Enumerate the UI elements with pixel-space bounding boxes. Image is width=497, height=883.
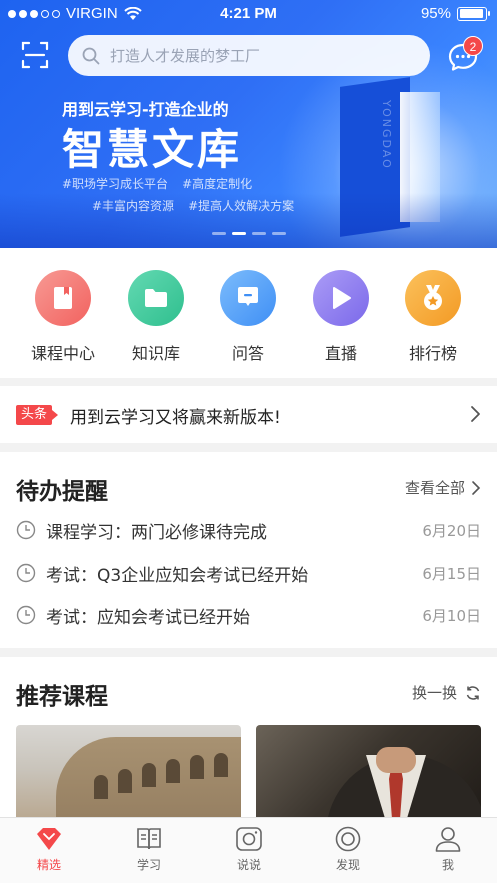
tab-featured[interactable]: 精选	[9, 826, 89, 873]
quick-entry-label: 课程中心	[30, 344, 95, 363]
refresh-button[interactable]: 换一换	[412, 682, 481, 703]
quick-entry-grid: 课程中心 知识库 问答 直播 排行榜	[0, 248, 497, 378]
todo-item-date: 6月15日	[422, 564, 481, 583]
view-all-link[interactable]: 查看全部	[405, 477, 481, 498]
todo-item-text: 考试：Q3企业应知会考试已经开始	[46, 565, 309, 586]
clock-icon	[16, 520, 36, 540]
recommended-title: 推荐课程	[16, 684, 108, 710]
banner-tag: #职场学习成长平台	[62, 177, 169, 191]
battery-icon	[457, 6, 490, 21]
chevron-right-icon	[472, 480, 481, 495]
quick-entry-label: 直播	[324, 344, 357, 363]
tab-label: 精选	[36, 858, 61, 872]
book-icon	[35, 270, 91, 326]
todo-item-text: 课程学习：两门必修课待完成	[46, 522, 267, 543]
tab-label: 学习	[136, 858, 161, 872]
course-card[interactable]	[16, 725, 241, 817]
battery-percent: 95%	[420, 5, 451, 22]
diamond-icon	[37, 828, 61, 850]
scan-icon[interactable]	[18, 38, 52, 72]
message-badge: 2	[463, 36, 483, 56]
todo-item[interactable]: 课程学习：两门必修课待完成 6月20日	[16, 510, 481, 550]
quick-entry-label: 问答	[231, 344, 264, 363]
arch-shape	[142, 763, 156, 787]
todo-item[interactable]: 考试：Q3企业应知会考试已经开始 6月15日	[16, 553, 481, 593]
tab-label: 发现	[335, 858, 360, 872]
tab-discover[interactable]: 发现	[308, 826, 388, 873]
todo-title: 待办提醒	[16, 479, 108, 505]
recommended-section: 推荐课程 换一换	[0, 657, 497, 817]
search-icon	[82, 47, 100, 64]
page-indicator	[212, 232, 226, 235]
status-bar: VIRGIN 4:21 PM 95%	[0, 0, 497, 28]
arch-shape	[190, 755, 204, 779]
view-all-label: 查看全部	[404, 479, 465, 497]
compass-icon	[335, 826, 361, 852]
clock-icon	[16, 605, 36, 625]
tab-label: 我	[441, 858, 454, 872]
quick-entry-live[interactable]: 直播	[301, 270, 381, 364]
quick-entry-label: 排行榜	[408, 344, 457, 363]
tab-label: 说说	[236, 858, 261, 872]
hand-shape	[376, 747, 416, 773]
page-indicator	[252, 232, 266, 235]
page-indicator-active	[232, 232, 246, 235]
quick-entry-ranking[interactable]: 排行榜	[393, 270, 473, 364]
banner-tag: #提高人效解决方案	[188, 199, 295, 213]
refresh-label: 换一换	[411, 684, 457, 702]
play-icon	[313, 270, 369, 326]
arch-shape	[118, 769, 132, 793]
user-icon	[435, 827, 461, 852]
banner-tags-row-2: #丰富内容资源 #提高人效解决方案	[92, 197, 294, 214]
chevron-right-icon	[471, 406, 480, 422]
camera-icon	[236, 827, 262, 851]
banner-tags-row-1: #职场学习成长平台 #高度定制化	[62, 175, 252, 192]
course-card[interactable]	[256, 725, 481, 817]
banner-tag: #丰富内容资源	[92, 199, 175, 213]
banner-title: 智慧文库	[62, 125, 243, 174]
tab-me[interactable]: 我	[408, 826, 488, 873]
todo-section: 待办提醒 查看全部 课程学习：两门必修课待完成 6月20日 考试：Q3企业应知会…	[0, 452, 497, 648]
arch-shape	[166, 759, 180, 783]
medal-icon	[405, 270, 461, 326]
banner-pagination[interactable]	[212, 232, 286, 235]
tab-moments[interactable]: 说说	[209, 826, 289, 873]
quick-entry-knowledge-base[interactable]: 知识库	[116, 270, 196, 364]
banner-tag: #高度定制化	[182, 177, 253, 191]
quick-entry-course-center[interactable]: 课程中心	[23, 270, 103, 364]
bottom-tab-bar: 精选 学习 说说 发现 我	[0, 817, 497, 883]
todo-item[interactable]: 考试：应知会考试已经开始 6月10日	[16, 595, 481, 635]
folder-icon	[128, 270, 184, 326]
headline-tag: 头条	[16, 405, 59, 425]
quick-entry-qa[interactable]: 问答	[208, 270, 288, 364]
qa-icon	[220, 270, 276, 326]
banner-side-text: YONGDAO	[380, 100, 393, 170]
todo-item-date: 6月10日	[422, 606, 481, 625]
arch-shape	[214, 753, 228, 777]
arch-shape	[94, 775, 108, 799]
refresh-icon	[466, 685, 480, 700]
headline-text: 用到云学习又将赢来新版本!	[70, 408, 281, 428]
todo-item-date: 6月20日	[422, 521, 481, 540]
tab-study[interactable]: 学习	[109, 826, 189, 873]
search-placeholder: 打造人才发展的梦工厂	[110, 47, 261, 65]
quick-entry-label: 知识库	[131, 344, 180, 363]
page-indicator	[272, 232, 286, 235]
clock-icon	[16, 563, 36, 583]
banner[interactable]: YONGDAO VIRGIN 4:21 PM 95% 打造人才发展的梦工厂 2 …	[0, 0, 497, 248]
study-book-icon	[137, 828, 161, 850]
search-input[interactable]: 打造人才发展的梦工厂	[68, 35, 430, 76]
todo-item-text: 考试：应知会考试已经开始	[46, 607, 250, 628]
headline-news-bar[interactable]: 头条 用到云学习又将赢来新版本!	[0, 386, 497, 443]
